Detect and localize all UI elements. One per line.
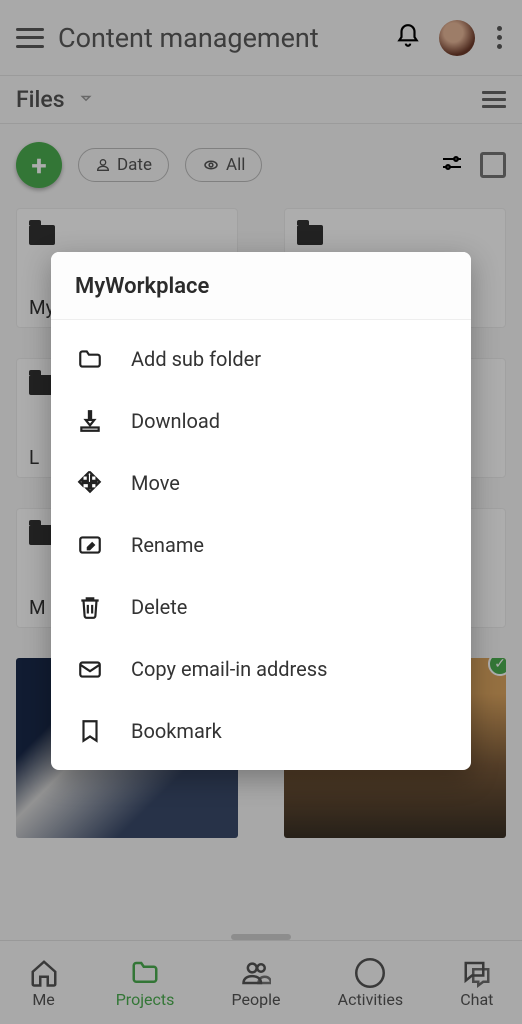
modal-title: MyWorkplace: [75, 274, 447, 299]
menu-delete[interactable]: Delete: [51, 576, 471, 638]
folder-outline-icon: [75, 344, 105, 374]
menu-label: Copy email-in address: [131, 657, 327, 681]
menu-label: Bookmark: [131, 719, 222, 743]
move-icon: [75, 468, 105, 498]
menu-download[interactable]: Download: [51, 390, 471, 452]
modal-overlay[interactable]: MyWorkplace Add sub folder Download Move: [0, 0, 522, 1024]
rename-icon: [75, 530, 105, 560]
menu-label: Download: [131, 409, 220, 433]
menu-copy-email[interactable]: Copy email-in address: [51, 638, 471, 700]
menu-label: Add sub folder: [131, 347, 261, 371]
menu-add-sub-folder[interactable]: Add sub folder: [51, 328, 471, 390]
modal-header: MyWorkplace: [51, 252, 471, 320]
menu-label: Move: [131, 471, 180, 495]
mail-icon: [75, 654, 105, 684]
context-menu: MyWorkplace Add sub folder Download Move: [51, 252, 471, 770]
menu-move[interactable]: Move: [51, 452, 471, 514]
menu-rename[interactable]: Rename: [51, 514, 471, 576]
menu-label: Rename: [131, 533, 204, 557]
menu-bookmark[interactable]: Bookmark: [51, 700, 471, 762]
trash-icon: [75, 592, 105, 622]
download-icon: [75, 406, 105, 436]
bookmark-icon: [75, 716, 105, 746]
menu-label: Delete: [131, 595, 187, 619]
